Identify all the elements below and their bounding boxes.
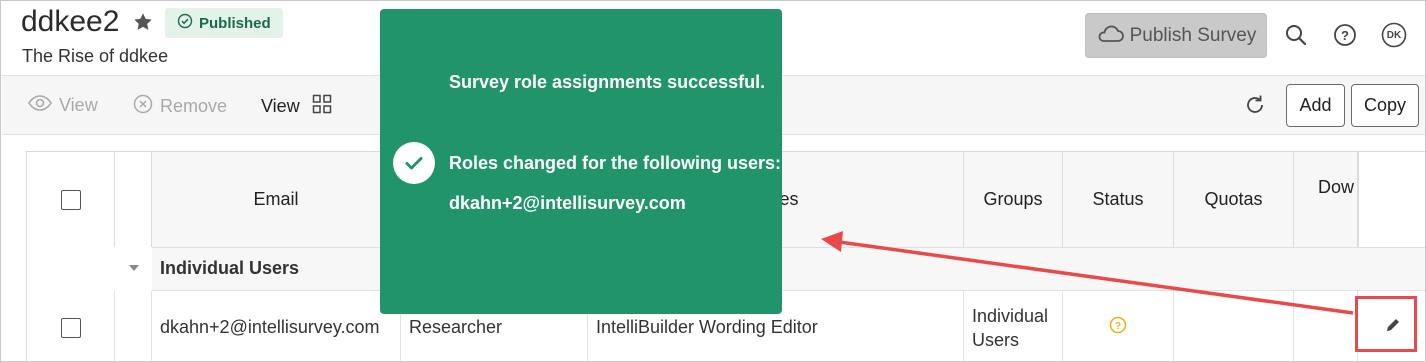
check-icon: [393, 142, 435, 184]
toast-user-email: dkahn+2@intellisurvey.com: [449, 193, 686, 213]
toast-message: Roles changed for the following users:: [449, 153, 782, 173]
annotation-highlight-box: [1355, 296, 1417, 352]
success-toast: Survey role assignments successful. Role…: [380, 9, 782, 314]
survey-roles-page: ddkee2 Published The Rise of ddkee Publi…: [0, 0, 1426, 362]
toast-title: Survey role assignments successful.: [449, 72, 766, 92]
